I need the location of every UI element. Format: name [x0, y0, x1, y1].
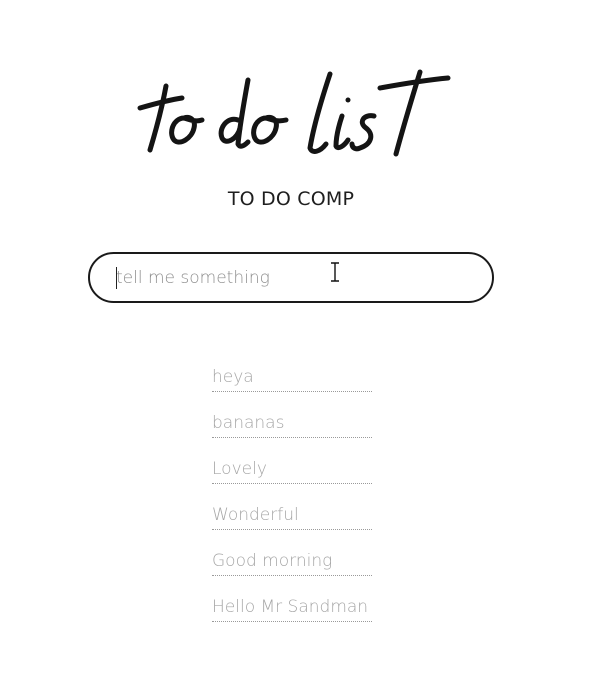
todo-app: TO DO COMP heya bananas Lovely Wonderful…	[0, 0, 600, 692]
todo-input-container[interactable]	[88, 252, 494, 303]
page-subtitle: TO DO COMP	[227, 188, 355, 210]
logo-script-lettering	[137, 69, 451, 157]
todo-list: heya bananas Lovely Wonderful Good morni…	[212, 364, 372, 640]
todo-item[interactable]: Hello Mr Sandman	[212, 594, 372, 622]
todo-item[interactable]: Lovely	[212, 456, 372, 484]
todo-item[interactable]: heya	[212, 364, 372, 392]
todo-item[interactable]: bananas	[212, 410, 372, 438]
todo-input[interactable]	[116, 264, 456, 292]
todo-item[interactable]: Wonderful	[212, 502, 372, 530]
logo	[130, 58, 460, 178]
text-caret	[116, 267, 117, 289]
todo-item[interactable]: Good morning	[212, 548, 372, 576]
text-cursor-icon	[330, 262, 340, 282]
